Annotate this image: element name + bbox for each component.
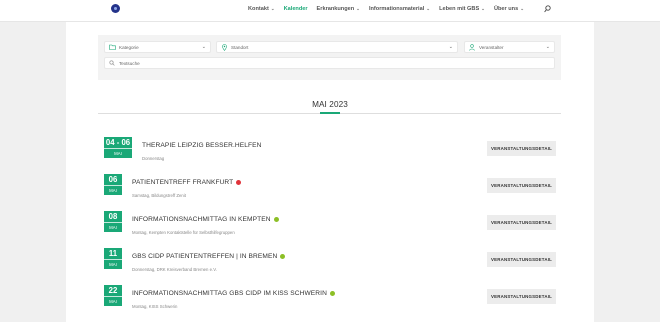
month-underline bbox=[320, 112, 340, 114]
event-item: 22 MAI INFORMATIONSNACHMITTAG GBS CIDP I… bbox=[98, 285, 561, 322]
event-subtitle: Donnerstag bbox=[142, 156, 165, 161]
nav-label: Erkrankungen bbox=[316, 6, 355, 12]
chevron-down-icon: ⌄ bbox=[520, 6, 524, 11]
event-date-badge: 08 MAI bbox=[104, 211, 122, 232]
map-pin-icon bbox=[217, 43, 231, 51]
search-placeholder: Textsuche bbox=[119, 60, 140, 66]
event-subtitle: Montag, Kempten Kontaktstelle für Selbst… bbox=[132, 230, 235, 235]
category-select-value: Kategorie bbox=[119, 44, 139, 50]
month-heading: MAI 2023 bbox=[312, 100, 348, 109]
nav-item-erkrankungen[interactable]: Erkrankungen ⌄ bbox=[317, 6, 360, 12]
event-title[interactable]: PATIENTENTREFF FRANKFURT bbox=[132, 179, 242, 186]
event-subtitle: Samstag, Bildungstreff Zenit bbox=[132, 193, 186, 198]
event-title-text: THERAPIE LEIPZIG BESSER.HELFEN bbox=[142, 142, 262, 149]
search-icon bbox=[105, 60, 119, 66]
chevron-down-icon: ⌄ bbox=[426, 6, 431, 11]
event-title-text: INFORMATIONSNACHMITTAG GBS CIDP IM KISS … bbox=[132, 290, 327, 297]
event-month: MAI bbox=[109, 299, 117, 304]
event-day: 06 bbox=[104, 174, 122, 186]
chevron-down-icon: ⌄ bbox=[201, 44, 206, 50]
nav-item-ueber-uns[interactable]: Über uns ⌄ bbox=[494, 6, 524, 12]
event-subtitle: Montag, KISS Schwerin bbox=[132, 304, 178, 309]
logo-dot bbox=[114, 7, 117, 10]
status-dot-green bbox=[280, 254, 286, 259]
status-dot-green bbox=[273, 217, 279, 222]
event-subtitle: Donnerstag, DRK Kreisverband Bremen e.V. bbox=[132, 267, 217, 272]
event-title[interactable]: GBS CIDP PATIENTENTREFFEN | IN BREMEN bbox=[132, 253, 286, 260]
status-dot-green bbox=[329, 291, 335, 296]
status-dot-red bbox=[236, 180, 242, 185]
event-month: MAI bbox=[109, 262, 117, 267]
text-search-input[interactable]: Textsuche bbox=[104, 57, 555, 69]
nav-item-informationsmaterial[interactable]: Informationsmaterial ⌄ bbox=[369, 6, 430, 12]
nav-label: Informationsmaterial bbox=[368, 6, 425, 12]
event-title-text: PATIENTENTREFF FRANKFURT bbox=[132, 179, 234, 186]
nav-item-kontakt[interactable]: Kontakt ⌄ bbox=[248, 6, 275, 12]
event-title-text: GBS CIDP PATIENTENTREFFEN | IN BREMEN bbox=[132, 253, 278, 260]
event-title[interactable]: INFORMATIONSNACHMITTAG IN KEMPTEN bbox=[132, 216, 279, 223]
nav-label: Über uns bbox=[493, 6, 519, 12]
user-icon bbox=[465, 43, 479, 51]
search-icon[interactable] bbox=[544, 5, 551, 13]
event-item: 11 MAI GBS CIDP PATIENTENTREFFEN | IN BR… bbox=[98, 248, 561, 285]
folder-icon bbox=[105, 44, 119, 50]
event-detail-button[interactable]: VERANSTALTUNGSDETAIL bbox=[487, 289, 556, 304]
location-select[interactable]: Standort ⌄ bbox=[216, 41, 458, 53]
event-month: MAI bbox=[109, 188, 117, 193]
nav-item-leben-mit-gbs[interactable]: Leben mit GBS ⌄ bbox=[439, 6, 485, 12]
event-day: 11 bbox=[104, 248, 122, 260]
event-detail-button[interactable]: VERANSTALTUNGSDETAIL bbox=[487, 141, 556, 156]
event-date-badge: 11 MAI bbox=[104, 248, 122, 269]
event-title[interactable]: INFORMATIONSNACHMITTAG GBS CIDP IM KISS … bbox=[132, 290, 335, 297]
main-nav: Kontakt ⌄ Kalender Erkrankungen ⌄ Informat… bbox=[248, 6, 533, 12]
location-select-value: Standort bbox=[231, 44, 249, 50]
chevron-down-icon: ⌄ bbox=[448, 44, 453, 50]
event-detail-button[interactable]: VERANSTALTUNGSDETAIL bbox=[487, 252, 556, 267]
nav-label: Leben mit GBS bbox=[439, 6, 480, 12]
event-detail-button[interactable]: VERANSTALTUNGSDETAIL bbox=[487, 178, 556, 193]
nav-label: Kontakt bbox=[248, 6, 269, 12]
chevron-down-icon: ⌄ bbox=[481, 6, 485, 11]
event-item: 06 MAI PATIENTENTREFF FRANKFURT Samstag,… bbox=[98, 174, 561, 211]
organizer-select[interactable]: Veranstalter ⌄ bbox=[464, 41, 555, 53]
event-date-badge: 06 MAI bbox=[104, 174, 122, 195]
event-date-badge: 22 MAI bbox=[104, 285, 122, 306]
event-item: 04 - 06 MAI THERAPIE LEIPZIG BESSER.HELF… bbox=[98, 137, 561, 174]
nav-label: Kalender bbox=[283, 6, 308, 12]
filter-panel: Kategorie ⌄ Standort ⌄ Veranstalter ⌄ Te… bbox=[98, 35, 561, 80]
event-month: MAI bbox=[114, 151, 122, 156]
nav-item-kalender[interactable]: Kalender bbox=[284, 6, 308, 12]
chevron-down-icon: ⌄ bbox=[545, 44, 550, 50]
event-day: 08 bbox=[104, 211, 122, 223]
chevron-down-icon: ⌄ bbox=[270, 6, 275, 11]
event-title[interactable]: THERAPIE LEIPZIG BESSER.HELFEN bbox=[142, 142, 262, 149]
site-header: Kontakt ⌄ Kalender Erkrankungen ⌄ Informat… bbox=[0, 0, 660, 22]
event-date-badge: 04 - 06 MAI bbox=[104, 137, 132, 158]
category-select[interactable]: Kategorie ⌄ bbox=[104, 41, 211, 53]
organizer-select-value: Veranstalter bbox=[479, 44, 504, 50]
event-day: 22 bbox=[104, 285, 122, 297]
event-month: MAI bbox=[109, 225, 117, 230]
gbs-logo[interactable] bbox=[111, 4, 120, 13]
event-day: 04 - 06 bbox=[104, 138, 132, 149]
chevron-down-icon: ⌄ bbox=[356, 6, 360, 11]
event-detail-button[interactable]: VERANSTALTUNGSDETAIL bbox=[487, 215, 556, 230]
event-item: 08 MAI INFORMATIONSNACHMITTAG IN KEMPTEN… bbox=[98, 211, 561, 248]
event-title-text: INFORMATIONSNACHMITTAG IN KEMPTEN bbox=[132, 216, 271, 223]
